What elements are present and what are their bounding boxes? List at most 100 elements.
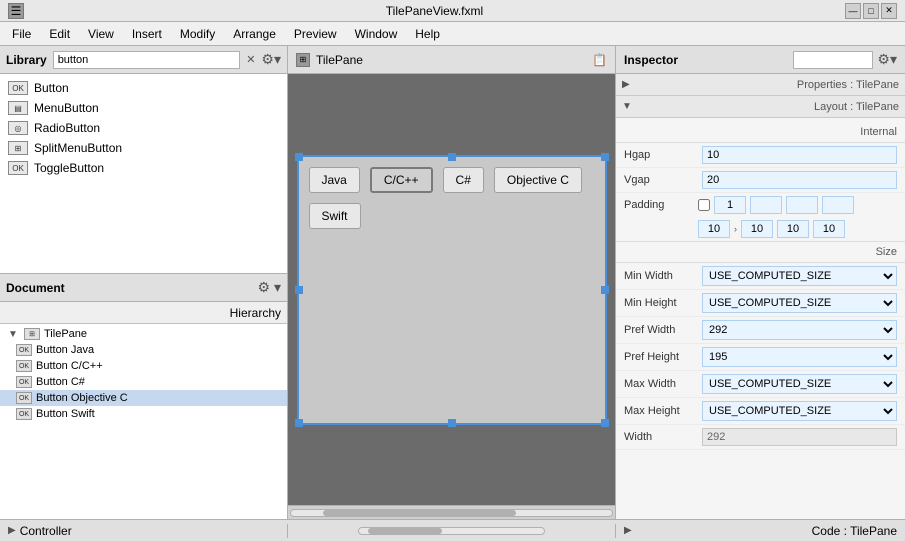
tile-button-objectivec[interactable]: Objective C: [494, 167, 582, 193]
button-tree-label-csharp: Button C#: [36, 376, 85, 388]
document-settings-icon[interactable]: ⚙ ▾: [258, 279, 281, 296]
padding-val4[interactable]: [813, 220, 845, 238]
close-button[interactable]: ✕: [881, 3, 897, 19]
padding-val2[interactable]: [741, 220, 773, 238]
resize-handle-tr[interactable]: [601, 153, 609, 161]
padding-checkbox[interactable]: [698, 199, 710, 211]
tilepane-canvas[interactable]: Java C/C++ C# Objective C Swift: [297, 155, 607, 425]
tree-item-csharp[interactable]: OK Button C#: [0, 374, 287, 390]
internal-label: Internal: [616, 122, 905, 143]
resize-handle-bc[interactable]: [448, 419, 456, 427]
resize-handle-br[interactable]: [601, 419, 609, 427]
menubar: File Edit View Insert Modify Arrange Pre…: [0, 22, 905, 46]
expand-icon[interactable]: ▼: [8, 329, 20, 340]
left-panel: Library ✕ ⚙▾ OK Button ▤ MenuButton ◎ Ra…: [0, 46, 288, 519]
canvas-area[interactable]: Java C/C++ C# Objective C Swift: [288, 74, 615, 505]
document-header: Document ⚙ ▾: [0, 274, 287, 302]
menu-window[interactable]: Window: [347, 25, 406, 43]
library-item-menubutton[interactable]: ▤ MenuButton: [0, 98, 287, 118]
library-settings-icon[interactable]: ⚙▾: [261, 51, 281, 68]
resize-handle-tl[interactable]: [295, 153, 303, 161]
menu-preview[interactable]: Preview: [286, 25, 345, 43]
properties-label: Properties : TilePane: [797, 79, 899, 91]
tree-item-java[interactable]: OK Button Java: [0, 342, 287, 358]
button-tree-label-cpp: Button C/C++: [36, 360, 103, 372]
padding-val1[interactable]: [698, 220, 730, 238]
pref-height-select[interactable]: 195: [702, 347, 897, 367]
menu-modify[interactable]: Modify: [172, 25, 223, 43]
menubutton-icon: ▤: [8, 101, 28, 115]
padding-top-input[interactable]: [714, 196, 746, 214]
inspector-panel: Inspector ⚙▾ ▶ Properties : TilePane ▼ L…: [615, 46, 905, 519]
tree-item-cpp[interactable]: OK Button C/C++: [0, 358, 287, 374]
library-item-splitmenubutton[interactable]: ⊞ SplitMenuButton: [0, 138, 287, 158]
button-tree-icon-objectivec: OK: [16, 392, 32, 404]
resize-handle-bl[interactable]: [295, 419, 303, 427]
size-label: Size: [616, 241, 905, 263]
status-left-arrow[interactable]: ▶: [8, 525, 16, 536]
menu-insert[interactable]: Insert: [124, 25, 170, 43]
vgap-label: Vgap: [624, 174, 694, 186]
bottom-scrollbar-track[interactable]: [358, 527, 545, 535]
tile-button-csharp[interactable]: C#: [443, 167, 484, 193]
max-width-select[interactable]: USE_COMPUTED_SIZE: [702, 374, 897, 394]
tree-item-swift[interactable]: OK Button Swift: [0, 406, 287, 422]
hierarchy-label: Hierarchy: [230, 306, 281, 320]
library-item-togglebutton[interactable]: OK ToggleButton: [0, 158, 287, 178]
document-tree: ▼ ⊞ TilePane OK Button Java OK Button C/…: [0, 324, 287, 519]
status-right-arrow-left[interactable]: ▶: [624, 525, 632, 536]
library-search-input[interactable]: [53, 51, 241, 69]
scrollbar-thumb[interactable]: [323, 510, 516, 516]
library-list: OK Button ▤ MenuButton ◎ RadioButton ⊞ S…: [0, 74, 287, 274]
inspector-search-input[interactable]: [793, 51, 873, 69]
tile-button-java[interactable]: Java: [309, 167, 360, 193]
tree-item-tilepane[interactable]: ▼ ⊞ TilePane: [0, 326, 287, 342]
canvas-scrollbar[interactable]: [288, 505, 615, 519]
minimize-button[interactable]: —: [845, 3, 861, 19]
layout-arrow[interactable]: ▼: [622, 101, 632, 112]
layout-label: Layout : TilePane: [814, 101, 899, 113]
padding-val3[interactable]: [777, 220, 809, 238]
inspector-settings-icon[interactable]: ⚙▾: [877, 51, 897, 68]
tree-item-objectivec[interactable]: OK Button Objective C: [0, 390, 287, 406]
resize-handle-mr[interactable]: [601, 286, 609, 294]
min-width-select[interactable]: USE_COMPUTED_SIZE: [702, 266, 897, 286]
library-item-radiobutton[interactable]: ◎ RadioButton: [0, 118, 287, 138]
menu-arrange[interactable]: Arrange: [225, 25, 284, 43]
hgap-input[interactable]: [702, 146, 897, 164]
padding-left-input[interactable]: [822, 196, 854, 214]
pref-width-select[interactable]: 292: [702, 320, 897, 340]
min-height-row: Min Height USE_COMPUTED_SIZE: [616, 290, 905, 317]
status-left: ▶ Controller: [0, 524, 288, 538]
resize-handle-tc[interactable]: [448, 153, 456, 161]
library-clear-icon[interactable]: ✕: [246, 53, 255, 66]
padding-bottom-input[interactable]: [786, 196, 818, 214]
min-height-select[interactable]: USE_COMPUTED_SIZE: [702, 293, 897, 313]
padding-row: Padding: [616, 193, 905, 217]
menu-file[interactable]: File: [4, 25, 39, 43]
titlebar-controls: — □ ✕: [845, 3, 897, 19]
menu-help[interactable]: Help: [407, 25, 448, 43]
menu-edit[interactable]: Edit: [41, 25, 78, 43]
menu-view[interactable]: View: [80, 25, 122, 43]
pref-height-label: Pref Height: [624, 351, 694, 363]
maximize-button[interactable]: □: [863, 3, 879, 19]
vgap-input[interactable]: [702, 171, 897, 189]
bottom-scrollbar-thumb[interactable]: [368, 528, 442, 534]
tile-button-swift[interactable]: Swift: [309, 203, 361, 229]
scrollbar-track[interactable]: [290, 509, 613, 517]
properties-arrow[interactable]: ▶: [622, 79, 630, 90]
padding-values-row: ›: [616, 217, 905, 241]
export-icon[interactable]: 📋: [592, 53, 607, 67]
max-height-select[interactable]: USE_COMPUTED_SIZE: [702, 401, 897, 421]
tilepane-tree-icon: ⊞: [24, 328, 40, 340]
padding-right-input[interactable]: [750, 196, 782, 214]
resize-handle-ml[interactable]: [295, 286, 303, 294]
min-height-label: Min Height: [624, 297, 694, 309]
width-input: [702, 428, 897, 446]
tile-button-cpp[interactable]: C/C++: [370, 167, 433, 193]
splitmenubutton-icon: ⊞: [8, 141, 28, 155]
vgap-row: Vgap: [616, 168, 905, 193]
library-item-button[interactable]: OK Button: [0, 78, 287, 98]
hgap-label: Hgap: [624, 149, 694, 161]
